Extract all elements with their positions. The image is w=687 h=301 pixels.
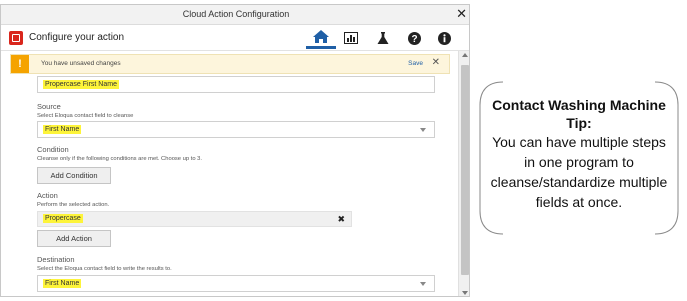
title-bar: Cloud Action Configuration ✕ <box>1 5 469 25</box>
page-title: Configure your action <box>29 32 125 43</box>
tip-body: You can have multiple steps in one progr… <box>490 134 668 210</box>
action-label: Action <box>37 191 58 200</box>
window-close-button[interactable]: ✕ <box>456 6 467 22</box>
scroll-down-icon[interactable] <box>462 291 468 295</box>
flask-icon[interactable] <box>368 27 398 49</box>
warning-icon: ! <box>11 55 29 73</box>
destination-select-value: First Name <box>43 279 82 288</box>
configuration-window: Cloud Action Configuration ✕ Configure y… <box>0 4 470 297</box>
alert-dismiss-icon[interactable]: ✕ <box>432 57 440 68</box>
action-item: Propercase ✖ <box>37 211 352 227</box>
unsaved-changes-alert: ! You have unsaved changes Save ✕ <box>10 54 450 74</box>
home-icon[interactable] <box>306 27 336 49</box>
info-icon[interactable] <box>429 27 459 49</box>
condition-help-text: Cleanse only if the following conditions… <box>37 156 202 162</box>
chart-icon[interactable] <box>336 27 366 49</box>
remove-action-icon[interactable]: ✖ <box>337 212 345 226</box>
help-icon[interactable]: ? <box>399 27 429 49</box>
chevron-down-icon <box>420 282 426 286</box>
source-label: Source <box>37 102 61 111</box>
chevron-down-icon <box>420 128 426 132</box>
add-action-button[interactable]: Add Action <box>37 230 111 247</box>
source-help-text: Select Eloqua contact field to cleanse <box>37 113 134 119</box>
tip-callout: Contact Washing Machine Tip: You can hav… <box>479 81 679 235</box>
source-select-value: First Name <box>43 125 82 134</box>
scroll-up-icon[interactable] <box>462 53 468 57</box>
source-select[interactable]: First Name <box>37 121 435 138</box>
form-content: ! You have unsaved changes Save ✕ Proper… <box>1 51 458 296</box>
alert-save-link[interactable]: Save <box>408 60 423 67</box>
app-logo <box>9 31 23 45</box>
vertical-scrollbar[interactable] <box>458 51 469 296</box>
destination-help-text: Select the Eloqua contact field to write… <box>37 266 172 272</box>
condition-label: Condition <box>37 145 69 154</box>
step-name-input[interactable]: Propercase First Name <box>37 76 435 93</box>
add-condition-button[interactable]: Add Condition <box>37 167 111 184</box>
destination-label: Destination <box>37 255 75 264</box>
window-title: Cloud Action Configuration <box>182 9 290 19</box>
svg-text:?: ? <box>411 34 417 45</box>
step-name-value: Propercase First Name <box>43 80 119 89</box>
tip-title: Contact Washing Machine Tip: <box>492 97 666 131</box>
action-item-value: Propercase <box>43 214 83 223</box>
action-help-text: Perform the selected action. <box>37 202 110 208</box>
destination-select[interactable]: First Name <box>37 275 435 292</box>
scrollbar-thumb[interactable] <box>461 65 469 275</box>
app-header: Configure your action ? <box>1 25 469 51</box>
alert-message: You have unsaved changes <box>41 60 121 67</box>
